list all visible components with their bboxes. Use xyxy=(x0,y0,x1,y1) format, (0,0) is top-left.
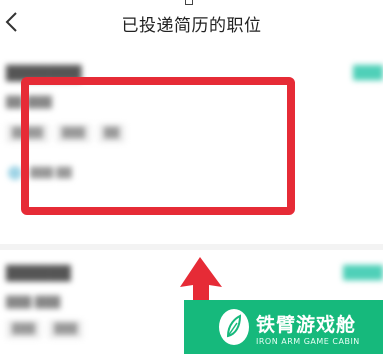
status-notch xyxy=(185,0,193,5)
company-blurred: ███ ███ xyxy=(6,296,61,309)
header-bar: 已投递简历的职位 xyxy=(0,0,383,44)
watermark-name: 铁臂游戏舱 xyxy=(256,314,357,336)
salary-blurred: ████ xyxy=(343,266,383,281)
salary-blurred: ███ xyxy=(353,66,383,81)
job-title-blurred: ██████ xyxy=(6,266,71,282)
page-title: 已投递简历的职位 xyxy=(121,16,262,36)
tag-blurred: ███ xyxy=(6,320,42,339)
avatar xyxy=(8,166,22,180)
divider xyxy=(0,244,383,250)
highlight-annotation xyxy=(21,77,295,215)
watermark-logo: 铁臂游戏舱 IRON ARM GAME CABIN xyxy=(184,300,383,354)
tag-blurred: ███ xyxy=(48,320,84,339)
job-tags: ███ ███ xyxy=(6,320,84,339)
leaf-logo-icon xyxy=(219,309,249,345)
watermark-subtitle: IRON ARM GAME CABIN xyxy=(256,337,360,346)
